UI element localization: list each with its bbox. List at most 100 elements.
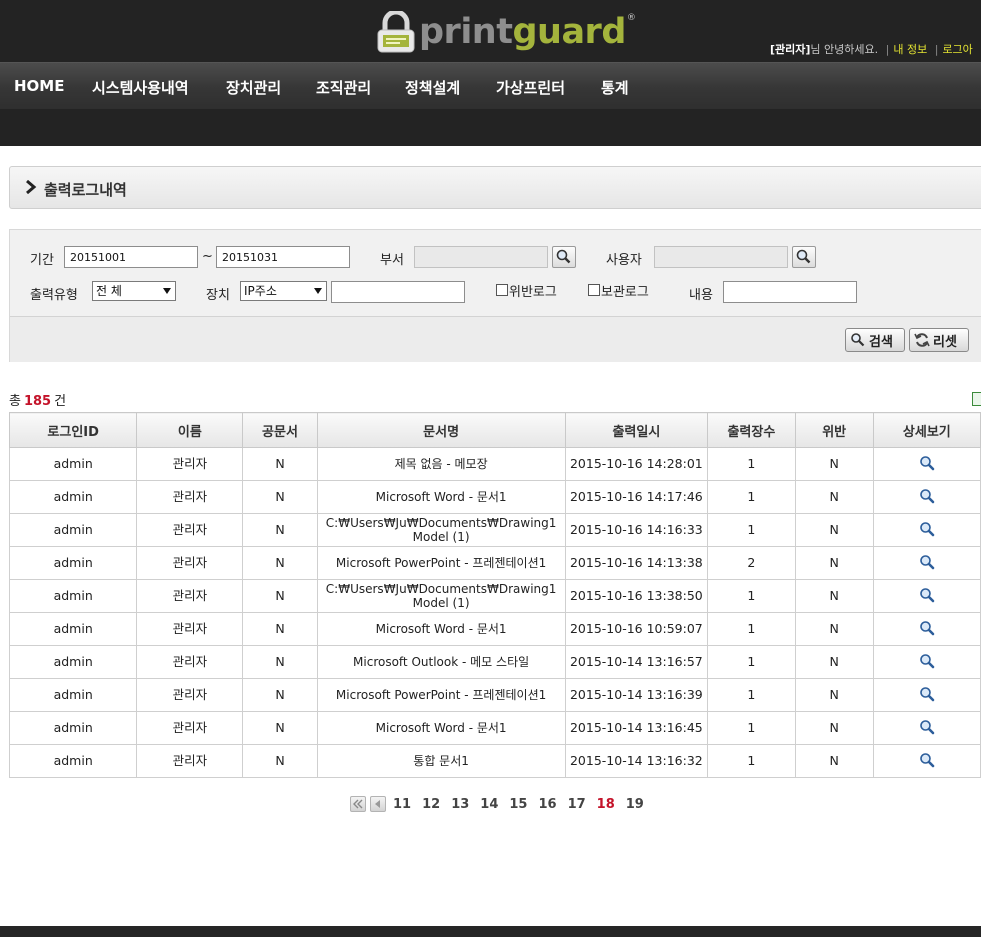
- search-panel: 기간 ~ 부서 사용자 출력유형 전 체 장치 IP주소 위반로그 보관로그 내…: [9, 229, 981, 362]
- page-link[interactable]: 13: [451, 797, 469, 812]
- cell-official-doc: N: [242, 612, 318, 646]
- cell-page-count: 1: [707, 744, 796, 778]
- violation-checkbox[interactable]: [496, 284, 508, 296]
- page-title-bar: 출력로그내역: [9, 166, 981, 209]
- cell-violation: N: [794, 447, 874, 481]
- cell-document-name: Microsoft PowerPoint - 프레젠테이션1: [316, 546, 566, 580]
- printguard-logo[interactable]: printguard ®: [375, 9, 636, 55]
- cell-official-doc: N: [242, 447, 318, 481]
- search-button[interactable]: 검색: [845, 328, 905, 352]
- cell-user-name: 관리자: [136, 546, 244, 580]
- table-row[interactable]: admin 관리자 N Microsoft Outlook - 메모 스타일 2015-…: [8, 645, 981, 679]
- detail-view-button[interactable]: [872, 612, 981, 646]
- nav-virtual-printer[interactable]: 가상프린터: [496, 77, 565, 98]
- table-row[interactable]: admin 관리자 N C:₩Users₩Ju₩Documents₩Drawing1 …: [8, 579, 981, 613]
- keep-label: 보관로그: [601, 285, 649, 300]
- user-search-button[interactable]: [792, 246, 816, 268]
- device-select[interactable]: IP주소: [240, 281, 327, 301]
- cell-page-count: 1: [707, 612, 796, 646]
- excel-export-icon[interactable]: [972, 392, 981, 406]
- detail-view-button[interactable]: [872, 480, 981, 514]
- content-input[interactable]: [723, 281, 857, 303]
- table-row[interactable]: admin 관리자 N Microsoft PowerPoint - 프레젠테이션1 2…: [8, 678, 981, 712]
- col-violation[interactable]: 위반: [794, 412, 874, 448]
- output-type-select[interactable]: 전 체: [92, 281, 176, 301]
- table-row[interactable]: admin 관리자 N 통합 문서1 2015-10-14 13:16:32 1 N: [8, 744, 981, 778]
- keep-checkbox[interactable]: [588, 284, 600, 296]
- table-row[interactable]: admin 관리자 N Microsoft Word - 문서1 2015-10-16 …: [8, 480, 981, 514]
- detail-view-button[interactable]: [872, 546, 981, 580]
- user-bar: [관리자]님 안녕하세요. | 내 정보 | 로그아: [770, 43, 973, 56]
- page-link[interactable]: 19: [626, 797, 644, 812]
- user-input[interactable]: [654, 246, 788, 268]
- nav-policy-design[interactable]: 정책설계: [405, 77, 460, 98]
- my-info-link[interactable]: 내 정보: [893, 43, 927, 56]
- page-link[interactable]: 11: [393, 797, 411, 812]
- table-row[interactable]: admin 관리자 N C:₩Users₩Ju₩Documents₩Drawing1 …: [8, 513, 981, 547]
- detail-view-button[interactable]: [872, 678, 981, 712]
- cell-official-doc: N: [242, 513, 318, 547]
- detail-view-button[interactable]: [872, 579, 981, 613]
- page-link[interactable]: 18: [597, 797, 615, 812]
- magnifier-icon: [920, 752, 935, 767]
- table-row[interactable]: admin 관리자 N Microsoft Word - 문서1 2015-10-16 …: [8, 612, 981, 646]
- device-input[interactable]: [331, 281, 465, 303]
- detail-view-button[interactable]: [872, 744, 981, 778]
- nav-organization-management[interactable]: 조직관리: [316, 77, 371, 98]
- page-link[interactable]: 12: [422, 797, 440, 812]
- magnifier-icon: [920, 455, 935, 470]
- chevron-down-icon: [163, 288, 171, 294]
- col-login-id[interactable]: 로그인ID: [8, 412, 138, 448]
- cell-print-datetime: 2015-10-14 13:16:39: [564, 678, 709, 712]
- cell-official-doc: N: [242, 744, 318, 778]
- cell-page-count: 1: [707, 645, 796, 679]
- detail-view-button[interactable]: [872, 711, 981, 745]
- page-title: 출력로그내역: [44, 181, 127, 199]
- prev-page-button[interactable]: [370, 796, 386, 812]
- nav-system-usage[interactable]: 시스템사용내역: [92, 77, 189, 98]
- cell-page-count: 1: [707, 513, 796, 547]
- detail-view-button[interactable]: [872, 645, 981, 679]
- cell-login-id: admin: [8, 513, 138, 547]
- table-row[interactable]: admin 관리자 N Microsoft Word - 문서1 2015-10-14 …: [8, 711, 981, 745]
- col-official-doc[interactable]: 공문서: [242, 412, 318, 448]
- main-nav: HOME 시스템사용내역 장치관리 조직관리 정책설계 가상프린터 통계: [0, 62, 981, 109]
- table-row[interactable]: admin 관리자 N Microsoft PowerPoint - 프레젠테이션1 2…: [8, 546, 981, 580]
- logout-link[interactable]: 로그아: [942, 43, 972, 56]
- magnifier-icon: [920, 587, 935, 602]
- col-print-datetime[interactable]: 출력일시: [564, 412, 709, 448]
- page-link[interactable]: 15: [509, 797, 527, 812]
- cell-document-name: Microsoft Word - 문서1: [316, 612, 566, 646]
- cell-violation: N: [794, 513, 874, 547]
- cell-document-name: Microsoft PowerPoint - 프레젠테이션1: [316, 678, 566, 712]
- dept-search-button[interactable]: [552, 246, 576, 268]
- col-document-name[interactable]: 문서명: [316, 412, 566, 448]
- cell-official-doc: N: [242, 711, 318, 745]
- cell-user-name: 관리자: [136, 579, 244, 613]
- dept-input[interactable]: [414, 246, 548, 268]
- page-link[interactable]: 17: [568, 797, 586, 812]
- cell-violation: N: [794, 612, 874, 646]
- table-row[interactable]: admin 관리자 N 제목 없음 - 메모장 2015-10-16 14:28:01 1…: [8, 447, 981, 481]
- nav-device-management[interactable]: 장치관리: [226, 77, 281, 98]
- detail-view-button[interactable]: [872, 447, 981, 481]
- reset-button[interactable]: 리셋: [909, 328, 969, 352]
- cell-document-name: C:₩Users₩Ju₩Documents₩Drawing1 Model (1): [316, 579, 566, 613]
- date-separator: ~: [202, 249, 213, 264]
- cell-document-name: Microsoft Outlook - 메모 스타일: [316, 645, 566, 679]
- cell-print-datetime: 2015-10-14 13:16:45: [564, 711, 709, 745]
- first-page-button[interactable]: [350, 796, 366, 812]
- col-name[interactable]: 이름: [136, 412, 244, 448]
- detail-view-button[interactable]: [872, 513, 981, 547]
- nav-home[interactable]: HOME: [14, 77, 64, 95]
- double-chevron-left-icon: [353, 799, 363, 809]
- nav-statistics[interactable]: 통계: [601, 77, 629, 98]
- cell-violation: N: [794, 645, 874, 679]
- page-link[interactable]: 16: [538, 797, 556, 812]
- date-from-input[interactable]: [64, 246, 198, 268]
- page-link[interactable]: 14: [480, 797, 498, 812]
- cell-document-name: C:₩Users₩Ju₩Documents₩Drawing1 Model (1): [316, 513, 566, 547]
- col-page-count[interactable]: 출력장수: [707, 412, 796, 448]
- date-to-input[interactable]: [216, 246, 350, 268]
- cell-user-name: 관리자: [136, 678, 244, 712]
